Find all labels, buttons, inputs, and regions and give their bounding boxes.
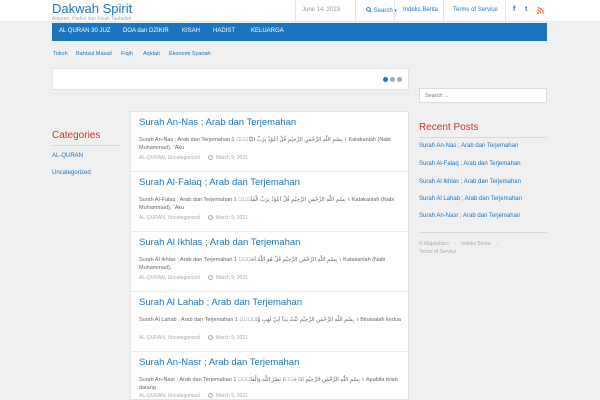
post-item: Surah Al Lahab ; Arab dan Terjemahan Sur… — [131, 292, 408, 352]
featured-slider — [52, 68, 409, 90]
post-title[interactable]: Surah An-Nasr ; Arab dan Terjemahan — [139, 357, 299, 368]
subnav-item-tokoh[interactable]: Tokoh — [53, 51, 68, 57]
slider-dot-active[interactable] — [383, 77, 388, 82]
clock-icon — [207, 393, 213, 398]
current-date: June 14, 2023 — [302, 7, 341, 13]
recent-posts-heading: Recent Posts — [419, 122, 479, 133]
top-bar: Dakwah Spirit Alquran, Hadist dan Kisah … — [0, 0, 600, 22]
divider — [443, 0, 444, 22]
recent-post-link[interactable]: Surah Al-Falaq ; Arab dan Terjemahan — [419, 161, 521, 167]
top-link-indeks-berita[interactable]: Indeks Berita — [403, 7, 438, 13]
post-date: March 9, 2021 — [215, 335, 248, 341]
post-meta: AL-QURAN, Uncategorized March 9, 2021 — [139, 155, 248, 161]
post-meta: AL-QURAN, Uncategorized March 9, 2021 — [139, 335, 248, 341]
recent-post-link[interactable]: Surah An-Nas ; Arab dan Terjemahan — [419, 143, 518, 149]
divider — [52, 145, 120, 146]
site-tagline: Alquran, Hadist dan Kisah Tauladan — [52, 16, 132, 22]
recent-post-link[interactable]: Surah Al Ikhlas ; Arab dan Terjemahan — [419, 179, 521, 185]
post-item: Surah Al Ikhlas ; Arab dan Terjemahan Su… — [131, 232, 408, 292]
post-item: Surah Al-Falaq ; Arab dan Terjemahan Sur… — [131, 172, 408, 232]
post-title[interactable]: Surah Al Ikhlas ; Arab dan Terjemahan — [139, 237, 300, 248]
post-categories[interactable]: AL-QURAN, Uncategorized — [139, 335, 200, 341]
footer-separator: - — [454, 241, 456, 247]
divider — [419, 232, 547, 233]
post-categories[interactable]: AL-QURAN, Uncategorized — [139, 215, 200, 221]
search-toggle-label: Search — [373, 8, 393, 14]
recent-post-link[interactable]: Surah An-Nasr ; Arab dan Terjemahan — [419, 213, 520, 219]
clock-icon — [207, 155, 213, 160]
post-list: Surah An-Nas ; Arab dan Terjemahan Surah… — [130, 111, 409, 400]
slider-dot[interactable] — [390, 77, 395, 82]
post-excerpt: Surah Al Lahab ; Arab dan Terjemahan 1 ١… — [139, 317, 401, 323]
divider — [52, 93, 409, 94]
post-categories[interactable]: AL-QURAN, Uncategorized — [139, 275, 200, 281]
search-toggle[interactable]: Search ▾ — [366, 7, 397, 14]
divider — [505, 0, 506, 22]
subnav-item-aqidah[interactable]: Aqidah — [143, 51, 160, 57]
post-categories[interactable]: AL-QURAN, Uncategorized — [139, 155, 200, 161]
search-icon — [366, 7, 372, 13]
post-categories[interactable]: AL-QURAN, Uncategorized — [139, 393, 200, 399]
post-title[interactable]: Surah An-Nas ; Arab dan Terjemahan — [139, 117, 296, 128]
category-link-uncategorized[interactable]: Uncategorized — [52, 170, 91, 176]
nav-item-doa-dzikir[interactable]: DOA dan DZIKIR — [123, 28, 169, 34]
clock-icon — [207, 275, 213, 280]
divider — [419, 137, 547, 138]
site-title[interactable]: Dakwah Spirit — [52, 1, 132, 16]
search-input[interactable] — [419, 88, 547, 103]
nav-item-kisah[interactable]: KISAH — [182, 28, 200, 34]
categories-heading: Categories — [52, 130, 101, 141]
facebook-icon[interactable]: f — [513, 6, 515, 13]
post-title[interactable]: Surah Al Lahab ; Arab dan Terjemahan — [139, 297, 302, 308]
nav-item-hadist[interactable]: HADIST — [213, 28, 235, 34]
post-meta: AL-QURAN, Uncategorized March 9, 2021 — [139, 215, 248, 221]
post-date: March 9, 2021 — [215, 393, 248, 399]
post-date: March 9, 2021 — [215, 275, 248, 281]
footer-link-indeks-berita[interactable]: Indeks Berita — [461, 241, 490, 247]
post-excerpt: Surah Al-Falaq ; Arab dan Terjemahan 1 ١… — [139, 197, 395, 211]
footer-separator: - — [495, 241, 498, 247]
clock-icon — [207, 335, 213, 340]
nav-item-al-quran[interactable]: AL QURAN 30 JUZ — [59, 28, 110, 34]
post-meta: AL-QURAN, Uncategorized March 9, 2021 — [139, 275, 248, 281]
post-date: March 9, 2021 — [215, 215, 248, 221]
post-excerpt: Surah An-Nas ; Arab dan Terjemahan 1 ١ ب… — [139, 137, 391, 151]
footer-copyright: © Majalahpro — [419, 241, 449, 247]
subnav-item-ekonomi-syariah[interactable]: Ekonomi Syariah — [169, 51, 211, 57]
divider — [355, 0, 356, 22]
subnav-item-bahtsul-masail[interactable]: Bahtsul Masail — [76, 51, 112, 57]
twitter-icon[interactable]: t — [525, 6, 527, 13]
post-item: Surah An-Nasr ; Arab dan Terjemahan Sura… — [131, 352, 408, 399]
main-nav: AL QURAN 30 JUZ DOA dan DZIKIR KISAH HAD… — [52, 23, 547, 41]
divider — [295, 0, 296, 22]
clock-icon — [207, 215, 213, 220]
subnav-item-fiqih[interactable]: Fiqih — [121, 51, 133, 57]
footer-link-terms-of-service[interactable]: Terms of Service — [419, 249, 456, 255]
post-date: March 9, 2021 — [215, 155, 248, 161]
post-excerpt: Surah Al Ikhlas ; Arab dan Terjemahan 1 … — [139, 257, 386, 271]
recent-post-link[interactable]: Surah Al Lahab ; Arab dan Terjemahan — [419, 196, 522, 202]
slider-dot[interactable] — [397, 77, 402, 82]
top-link-terms-of-service[interactable]: Terms of Service — [453, 7, 498, 13]
post-title[interactable]: Surah Al-Falaq ; Arab dan Terjemahan — [139, 177, 300, 188]
category-link-al-quran[interactable]: AL-QURAN — [52, 153, 83, 159]
footer-links: © Majalahpro - Indeks Berita - Terms of … — [419, 240, 529, 256]
nav-item-keluarga[interactable]: KELUARGA — [251, 28, 284, 34]
rss-icon[interactable] — [537, 7, 544, 14]
post-meta: AL-QURAN, Uncategorized March 9, 2021 — [139, 393, 248, 399]
post-item: Surah An-Nas ; Arab dan Terjemahan Surah… — [131, 112, 408, 172]
post-excerpt: Surah An-Nasr ; Arab dan Terjemahan 1 ١ … — [139, 377, 398, 391]
divider — [394, 0, 395, 22]
